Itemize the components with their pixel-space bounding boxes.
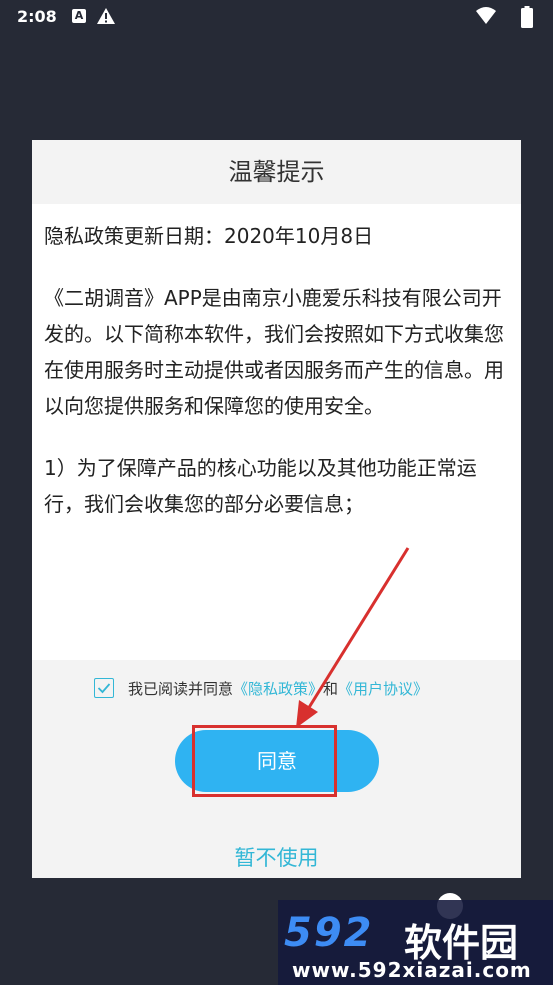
annotation-highlight-box [192, 725, 337, 797]
user-agreement-link[interactable]: 《用户协议》 [338, 678, 428, 699]
agree-row: 我已阅读并同意 《隐私政策》 和 《用户协议》 [94, 676, 428, 700]
update-date-text: 隐私政策更新日期：2020年10月8日 [44, 224, 374, 248]
agree-prefix-text: 我已阅读并同意 [128, 679, 234, 698]
dialog-title: 温馨提示 [32, 140, 521, 204]
privacy-dialog: 温馨提示 隐私政策更新日期：2020年10月8日 《二胡调音》APP是由南京小鹿… [32, 140, 521, 878]
a-notification-icon: A [72, 9, 86, 23]
dialog-body: 隐私政策更新日期：2020年10月8日 《二胡调音》APP是由南京小鹿爱乐科技有… [32, 204, 521, 660]
privacy-policy-link[interactable]: 《隐私政策》 [233, 678, 323, 699]
dialog-footer: 我已阅读并同意 《隐私政策》 和 《用户协议》 同意 暂不使用 [32, 660, 521, 878]
checkmark-icon [97, 683, 111, 694]
warning-icon [97, 8, 115, 24]
agree-checkbox[interactable] [94, 678, 114, 698]
battery-icon [521, 6, 533, 28]
watermark-logo-number: 592 [284, 910, 374, 956]
status-bar: 2:08 A [0, 0, 553, 34]
watermark-url: www.592xiazai.com [292, 958, 532, 982]
watermark: 592 软件园 www.592xiazai.com [278, 900, 553, 985]
decline-button[interactable]: 暂不使用 [32, 842, 521, 872]
policy-item-1: 1）为了保障产品的核心功能以及其他功能正常运行，我们会收集您的部分必要信息； [44, 456, 477, 516]
status-time: 2:08 [17, 7, 57, 26]
wifi-icon [476, 7, 496, 24]
and-text: 和 [323, 679, 339, 698]
intro-paragraph: 《二胡调音》APP是由南京小鹿爱乐科技有限公司开发的。以下简称本软件，我们会按照… [44, 286, 504, 418]
